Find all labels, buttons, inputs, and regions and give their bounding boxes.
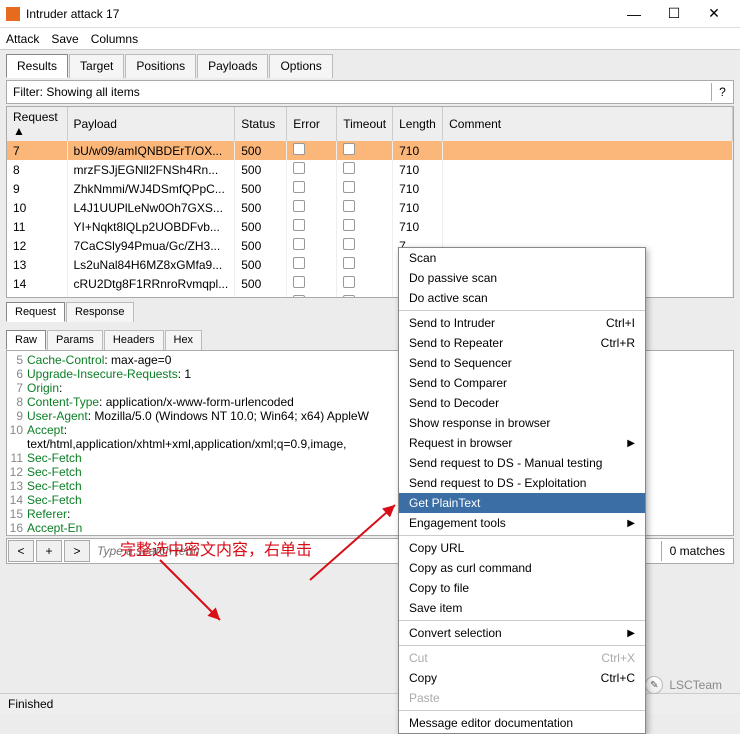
- menubar: Attack Save Columns: [0, 28, 740, 50]
- menu-item[interactable]: Get PlainText: [399, 493, 645, 513]
- maximize-button[interactable]: ☐: [654, 0, 694, 27]
- menu-item[interactable]: Send to RepeaterCtrl+R: [399, 333, 645, 353]
- menu-item[interactable]: Engagement tools▶: [399, 513, 645, 533]
- table-header-row: Request ▲ Payload Status Error Timeout L…: [7, 107, 733, 141]
- filter-label: Filter: Showing all items: [7, 81, 711, 103]
- menu-item[interactable]: Do passive scan: [399, 268, 645, 288]
- menu-item[interactable]: Send request to DS - Manual testing: [399, 453, 645, 473]
- watermark-text: LSCTeam: [669, 678, 722, 692]
- table-row[interactable]: 8mrzFSJjEGNll2FNSh4Rn...500710: [7, 160, 733, 179]
- menu-item[interactable]: CopyCtrl+C: [399, 668, 645, 688]
- tab-target[interactable]: Target: [69, 54, 124, 78]
- table-row[interactable]: 7bU/w09/amIQNBDErT/OX...500710: [7, 141, 733, 160]
- search-next-button[interactable]: >: [64, 540, 90, 562]
- tab-raw[interactable]: Raw: [6, 330, 46, 350]
- window-titlebar: Intruder attack 17 — ☐ ✕: [0, 0, 740, 28]
- col-length[interactable]: Length: [393, 107, 443, 141]
- main-tabs: Results Target Positions Payloads Option…: [0, 50, 740, 78]
- tab-params[interactable]: Params: [47, 330, 103, 350]
- tab-hex[interactable]: Hex: [165, 330, 203, 350]
- minimize-button[interactable]: —: [614, 0, 654, 27]
- search-prev-button[interactable]: <: [8, 540, 34, 562]
- menu-item[interactable]: Message editor documentation: [399, 713, 645, 733]
- context-menu: ScanDo passive scanDo active scan Send to…: [398, 247, 646, 734]
- menu-attack[interactable]: Attack: [6, 32, 39, 46]
- menu-item: CutCtrl+X: [399, 648, 645, 668]
- table-row[interactable]: 9ZhkNmmi/WJ4DSmfQPpC...500710: [7, 179, 733, 198]
- menu-item[interactable]: Save item: [399, 598, 645, 618]
- menu-item: Paste: [399, 688, 645, 708]
- table-row[interactable]: 11YI+Nqkt8lQLp2UOBDFvb...500710: [7, 217, 733, 236]
- watermark-icon: ✎: [645, 676, 663, 694]
- menu-item[interactable]: Copy URL: [399, 538, 645, 558]
- close-button[interactable]: ✕: [694, 0, 734, 27]
- window-title: Intruder attack 17: [26, 7, 614, 21]
- tab-headers[interactable]: Headers: [104, 330, 164, 350]
- annotation-text: 完整选中密文内容，右单击: [120, 536, 312, 560]
- col-comment[interactable]: Comment: [443, 107, 733, 141]
- menu-item[interactable]: Send to Sequencer: [399, 353, 645, 373]
- menu-item[interactable]: Convert selection▶: [399, 623, 645, 643]
- col-error[interactable]: Error: [287, 107, 337, 141]
- tab-options[interactable]: Options: [269, 54, 332, 78]
- search-matches: 0 matches: [661, 541, 733, 561]
- col-request[interactable]: Request ▲: [7, 107, 67, 141]
- menu-item[interactable]: Send to IntruderCtrl+I: [399, 313, 645, 333]
- menu-item[interactable]: Scan: [399, 248, 645, 268]
- col-timeout[interactable]: Timeout: [337, 107, 393, 141]
- search-add-button[interactable]: +: [36, 540, 62, 562]
- menu-item[interactable]: Send to Comparer: [399, 373, 645, 393]
- watermark: ✎ LSCTeam: [645, 676, 722, 694]
- tab-payloads[interactable]: Payloads: [197, 54, 268, 78]
- menu-item[interactable]: Request in browser▶: [399, 433, 645, 453]
- tab-request[interactable]: Request: [6, 302, 65, 322]
- menu-item[interactable]: Show response in browser: [399, 413, 645, 433]
- menu-item[interactable]: Copy as curl command: [399, 558, 645, 578]
- menu-item[interactable]: Copy to file: [399, 578, 645, 598]
- table-row[interactable]: 10L4J1UUPlLeNw0Oh7GXS...500710: [7, 198, 733, 217]
- tab-results[interactable]: Results: [6, 54, 68, 78]
- app-icon: [6, 7, 20, 21]
- menu-columns[interactable]: Columns: [91, 32, 138, 46]
- filter-bar[interactable]: Filter: Showing all items ?: [6, 80, 734, 104]
- menu-item[interactable]: Send to Decoder: [399, 393, 645, 413]
- col-payload[interactable]: Payload: [67, 107, 235, 141]
- help-icon[interactable]: ?: [711, 83, 733, 101]
- menu-item[interactable]: Send request to DS - Exploitation: [399, 473, 645, 493]
- menu-item[interactable]: Do active scan: [399, 288, 645, 308]
- menu-save[interactable]: Save: [51, 32, 78, 46]
- col-status[interactable]: Status: [235, 107, 287, 141]
- tab-positions[interactable]: Positions: [125, 54, 196, 78]
- tab-response[interactable]: Response: [66, 302, 134, 322]
